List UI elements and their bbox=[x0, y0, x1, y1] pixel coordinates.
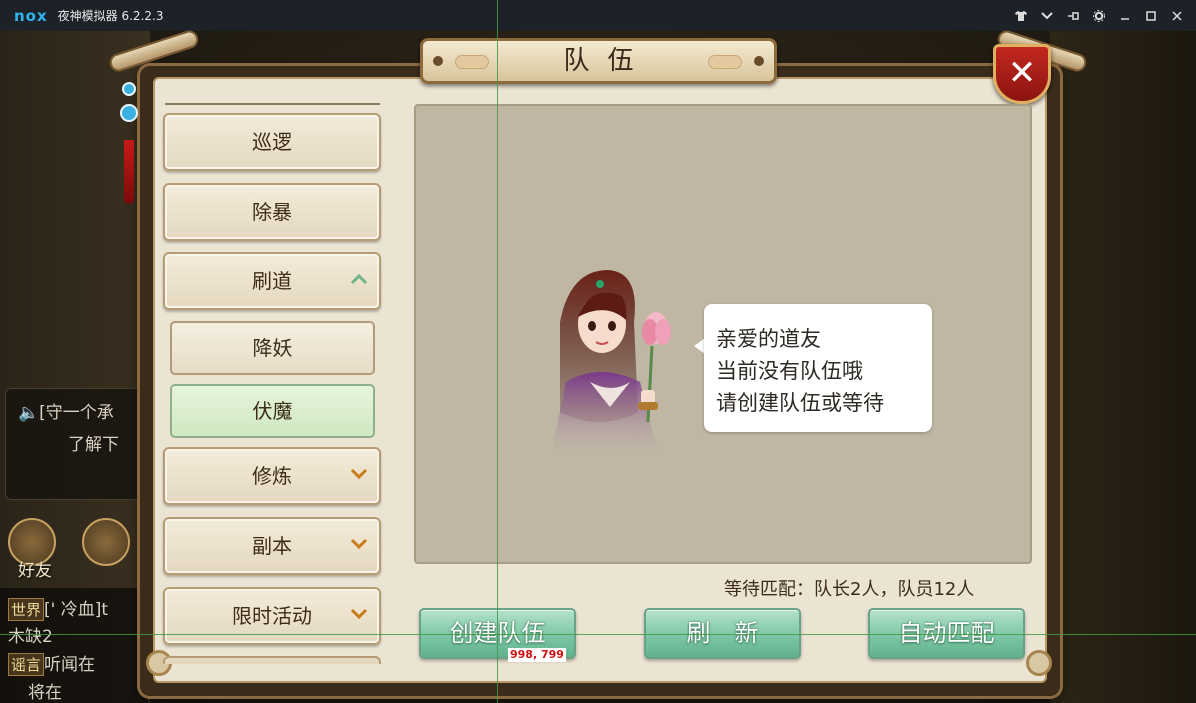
emulator-window: nox 夜神模拟器 6.2.2.3 🔈[守一个承 了解下 好友 世界 [' 冷血… bbox=[0, 0, 1196, 703]
rumor-chat-line: 谣言 听闻在 bbox=[8, 650, 95, 676]
submenu-item-demon-subdue[interactable]: 降妖 bbox=[170, 321, 375, 375]
background-scene-right bbox=[1050, 31, 1196, 703]
submenu-item-label: 降妖 bbox=[252, 336, 293, 360]
submenu-item-label: 伏魔 bbox=[252, 399, 293, 423]
chevron-up-icon bbox=[349, 272, 369, 288]
bubble-text-line: 请创建队伍或等待 bbox=[716, 391, 884, 415]
chat-preview-line: 🔈[守一个承 bbox=[18, 403, 114, 423]
rumor-channel-tag: 谣言 bbox=[8, 653, 45, 676]
dialog-close-button[interactable]: ✕ bbox=[993, 44, 1051, 104]
menu-item-dungeon[interactable]: 副本 bbox=[163, 517, 381, 575]
menu-item-patrol[interactable]: 巡逻 bbox=[163, 113, 381, 171]
chat-bubble-icon[interactable] bbox=[82, 518, 130, 566]
friend-label: 好友 bbox=[18, 561, 52, 581]
minimize-icon[interactable] bbox=[1116, 7, 1134, 25]
menu-item-partial[interactable] bbox=[163, 656, 381, 664]
dialog-title: 队伍 bbox=[563, 46, 652, 76]
world-channel-tag: 世界 bbox=[8, 598, 45, 621]
menu-item-label: 除暴 bbox=[252, 200, 292, 224]
world-chat-line: 世界 [' 冷血]t bbox=[8, 595, 108, 621]
rumor-chat-line: 将在 bbox=[28, 683, 62, 703]
crosshair-vertical bbox=[497, 0, 498, 703]
chevron-down-icon bbox=[349, 467, 369, 483]
menu-item-label: 副本 bbox=[252, 534, 292, 558]
menu-item-daoxing[interactable]: 刷道 bbox=[163, 252, 381, 310]
chevron-down-icon[interactable] bbox=[1038, 7, 1056, 25]
menu-item-label: 刷道 bbox=[252, 269, 292, 293]
titlebar-controls bbox=[1012, 0, 1186, 31]
menu-item-limited-event[interactable]: 限时活动 bbox=[163, 587, 381, 645]
menu-item-label: 修炼 bbox=[252, 464, 292, 488]
chevron-down-icon bbox=[349, 537, 369, 553]
close-icon[interactable] bbox=[1168, 7, 1186, 25]
chevron-down-icon bbox=[349, 607, 369, 623]
nox-logo: nox bbox=[14, 6, 48, 25]
shirt-icon[interactable] bbox=[1012, 7, 1030, 25]
jade-pendant-ornament bbox=[118, 76, 140, 206]
chat-preview-line: 了解下 bbox=[68, 435, 119, 455]
submenu-item-demon-vanquish[interactable]: 伏魔 bbox=[170, 384, 375, 438]
bubble-text-line: 亲爱的道友 bbox=[716, 327, 821, 351]
maximize-icon[interactable] bbox=[1142, 7, 1160, 25]
match-wait-status: 等待匹配：队长2人，队员12人 bbox=[724, 579, 975, 600]
pin-icon[interactable] bbox=[1064, 7, 1082, 25]
menu-item-cultivate[interactable]: 修炼 bbox=[163, 447, 381, 505]
close-icon: ✕ bbox=[1007, 53, 1037, 93]
npc-portrait bbox=[530, 262, 700, 462]
emulator-titlebar: nox 夜神模拟器 6.2.2.3 bbox=[0, 0, 1196, 31]
title-banner: 队伍 bbox=[420, 38, 777, 84]
crosshair-horizontal bbox=[0, 634, 1196, 635]
gear-icon[interactable] bbox=[1090, 7, 1108, 25]
app-title: 夜神模拟器 6.2.2.3 bbox=[57, 9, 164, 23]
speaker-icon: 🔈 bbox=[18, 403, 40, 423]
frame-corner-ornament bbox=[1026, 650, 1052, 676]
coordinate-readout: 998, 799 bbox=[508, 648, 566, 662]
bubble-text-line: 当前没有队伍哦 bbox=[716, 359, 863, 383]
menu-item-eliminate[interactable]: 除暴 bbox=[163, 183, 381, 241]
menu-divider bbox=[165, 103, 380, 105]
menu-item-label: 巡逻 bbox=[252, 130, 292, 154]
